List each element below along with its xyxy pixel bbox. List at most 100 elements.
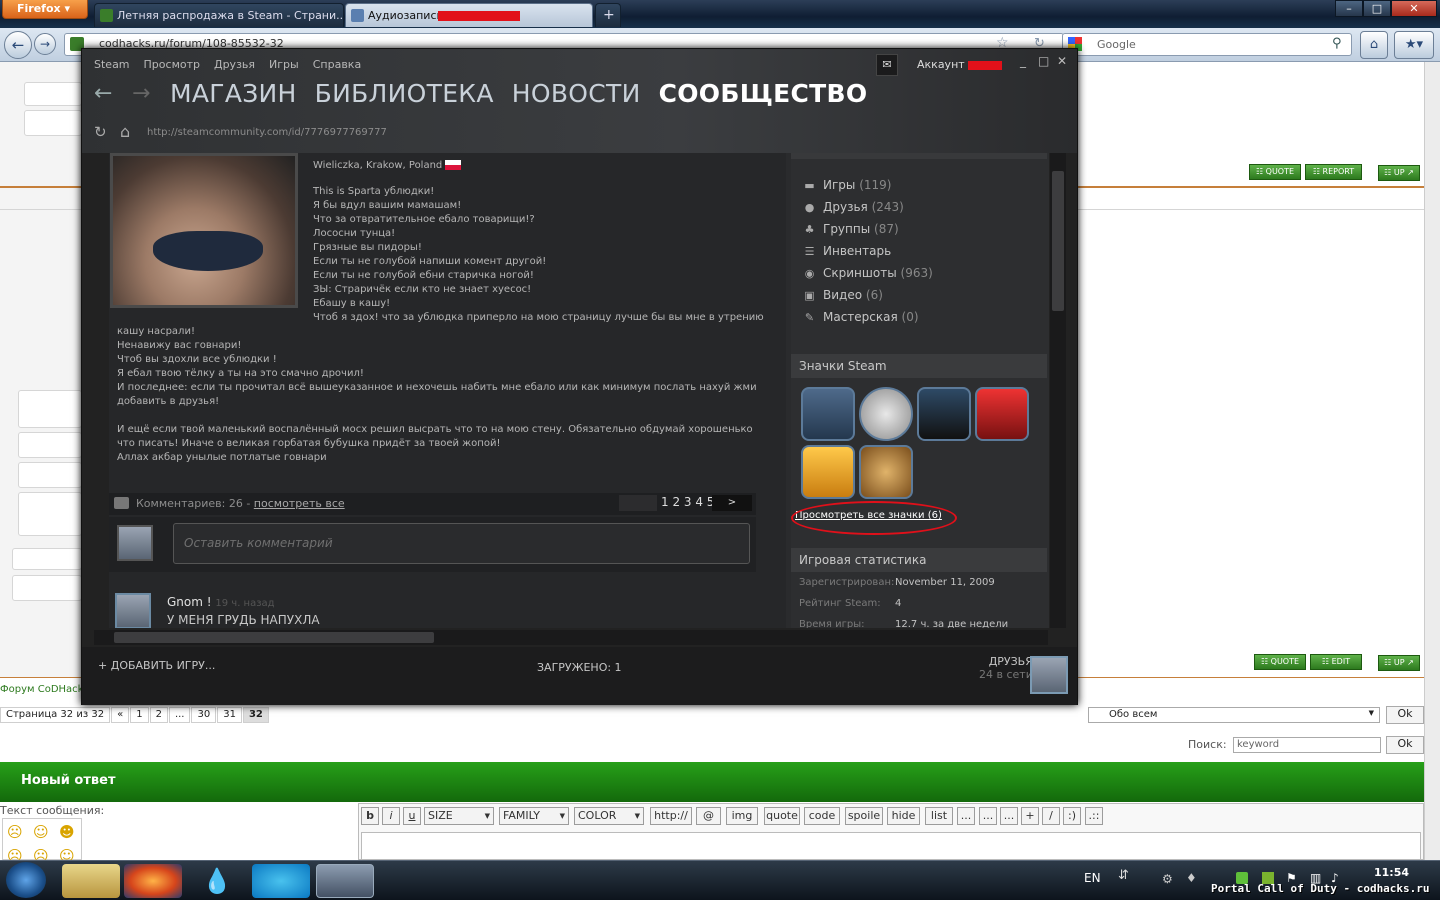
account-menu[interactable]: Аккаунт bbox=[917, 58, 1003, 71]
extra-tag-button[interactable]: ... bbox=[1000, 807, 1018, 825]
steam-forward-icon[interactable]: → bbox=[132, 81, 150, 106]
skype-icon[interactable] bbox=[252, 864, 310, 898]
comment-author[interactable]: Gnom ! 19 ч. назад bbox=[167, 595, 275, 609]
slash-tag-button[interactable]: / bbox=[1042, 807, 1060, 825]
view-all-comments-link[interactable]: посмотреть все bbox=[254, 497, 345, 510]
quote-button[interactable]: ☷ QUOTE bbox=[1254, 654, 1306, 670]
up-button[interactable]: ☷ UP ↗ bbox=[1378, 655, 1420, 671]
steam-badge-icon[interactable] bbox=[917, 387, 971, 441]
droplet-icon[interactable]: 💧 bbox=[188, 864, 246, 898]
home-icon[interactable]: ⌂ bbox=[1360, 31, 1388, 59]
sidebar-item-friends[interactable]: ● Друзья (243) bbox=[805, 200, 904, 214]
minimize-button[interactable]: – bbox=[1335, 0, 1363, 17]
steam-hscrollbar[interactable] bbox=[94, 630, 1048, 645]
search-ok-button[interactable]: Ok bbox=[1386, 736, 1424, 754]
badge-icon[interactable] bbox=[801, 387, 855, 441]
tab-audio[interactable]: Аудиозаписи 266 ауди... bbox=[345, 3, 593, 27]
menu-view[interactable]: Просмотр bbox=[144, 58, 200, 71]
sidebar-item-games[interactable]: ▬ Игры (119) bbox=[804, 178, 891, 192]
comment-pages[interactable]: 1 2 3 4 5 bbox=[661, 495, 714, 509]
notifications-icon[interactable]: ✉ bbox=[876, 54, 898, 76]
nav-store[interactable]: МАГАЗИН bbox=[170, 79, 297, 108]
smiley-icon[interactable]: ☺ bbox=[33, 823, 49, 841]
badge-icon[interactable] bbox=[859, 387, 913, 441]
edit-profile-link[interactable] bbox=[791, 153, 1047, 159]
clock[interactable]: 11:54 bbox=[1374, 866, 1409, 879]
bold-button[interactable]: b bbox=[361, 807, 379, 825]
page-link[interactable]: « bbox=[111, 707, 130, 723]
explorer-icon[interactable] bbox=[62, 864, 120, 898]
comment-input[interactable]: Оставить комментарий bbox=[173, 523, 750, 564]
spoiler-tag-button[interactable]: spoile bbox=[845, 807, 883, 825]
menu-steam[interactable]: Steam bbox=[94, 58, 130, 71]
report-button[interactable]: ☷ REPORT bbox=[1305, 164, 1362, 180]
sidebar-item-screenshots[interactable]: ◉ Скриншоты (963) bbox=[805, 266, 933, 280]
friends-avatar[interactable] bbox=[1030, 656, 1068, 694]
language-indicator[interactable]: EN bbox=[1084, 871, 1101, 885]
steam-tray-icon[interactable]: ⚙ bbox=[1162, 872, 1173, 886]
steam-home-icon[interactable]: ⌂ bbox=[120, 122, 130, 141]
badge-icon[interactable] bbox=[975, 387, 1029, 441]
sidebar-item-workshop[interactable]: ✎ Мастерская (0) bbox=[805, 310, 919, 324]
nav-community[interactable]: СООБЩЕСТВО bbox=[659, 79, 868, 108]
smile-tag-button[interactable]: :) bbox=[1063, 807, 1081, 825]
quote-button[interactable]: ☷ QUOTE bbox=[1249, 164, 1301, 180]
menu-help[interactable]: Справка bbox=[313, 58, 361, 71]
list-tag-button[interactable]: list bbox=[925, 807, 953, 825]
scope-ok-button[interactable]: Ok bbox=[1386, 706, 1424, 724]
plus-tag-button[interactable]: + bbox=[1021, 807, 1039, 825]
next-page-button[interactable]: > bbox=[712, 495, 752, 511]
firefox-icon[interactable] bbox=[124, 864, 182, 898]
page-link[interactable]: 2 bbox=[149, 707, 168, 723]
email-tag-button[interactable]: @ bbox=[696, 807, 721, 825]
quote-tag-button[interactable]: quote bbox=[764, 807, 800, 825]
add-game-button[interactable]: + ДОБАВИТЬ ИГРУ... bbox=[98, 659, 215, 672]
italic-button[interactable]: i bbox=[382, 807, 400, 825]
steam-back-icon[interactable]: ← bbox=[94, 81, 112, 106]
steam-address[interactable]: http://steamcommunity.com/id/77769777697… bbox=[147, 127, 387, 138]
bookmarks-menu-icon[interactable]: ★▾ bbox=[1394, 31, 1434, 59]
steam-close-button[interactable]: ✕ bbox=[1057, 54, 1067, 68]
edit-button[interactable]: ☷ EDIT bbox=[1310, 654, 1362, 670]
friends-button[interactable]: ДРУЗЬЯ 24 в сети bbox=[979, 655, 1033, 681]
url-tag-button[interactable]: http:// bbox=[650, 807, 692, 825]
page-link[interactable]: ... bbox=[168, 707, 191, 723]
underline-button[interactable]: u bbox=[403, 807, 421, 825]
page-link[interactable]: 31 bbox=[217, 707, 242, 723]
droplet-tray-icon[interactable]: ♦ bbox=[1186, 871, 1197, 885]
close-window-button[interactable]: ✕ bbox=[1391, 0, 1437, 17]
nav-library[interactable]: БИБЛИОТЕКА bbox=[315, 79, 494, 108]
forum-search-input[interactable]: keyword bbox=[1233, 737, 1381, 753]
family-select[interactable]: FAMILY ▼ bbox=[499, 807, 569, 825]
extra-tag-button[interactable]: .:: bbox=[1085, 807, 1103, 825]
page-link[interactable]: 1 bbox=[130, 707, 149, 723]
tab-steam-sale[interactable]: Летняя распродажа в Steam - Страни... bbox=[94, 3, 344, 27]
page-scrollbar[interactable] bbox=[1424, 62, 1440, 860]
message-textarea[interactable] bbox=[361, 832, 1421, 860]
back-icon[interactable]: ← bbox=[4, 31, 32, 59]
search-magnifier-icon[interactable]: ⚲ bbox=[1332, 36, 1342, 51]
new-tab-button[interactable]: + bbox=[595, 3, 621, 27]
hide-tag-button[interactable]: hide bbox=[887, 807, 920, 825]
steam-maximize-button[interactable]: □ bbox=[1038, 54, 1049, 68]
page-link[interactable]: 30 bbox=[191, 707, 217, 723]
start-button[interactable] bbox=[6, 862, 46, 898]
menu-friends[interactable]: Друзья bbox=[214, 58, 255, 71]
steam-taskbar-icon[interactable] bbox=[316, 864, 374, 898]
steam-vscrollbar[interactable] bbox=[1050, 153, 1066, 628]
size-select[interactable]: SIZE ▼ bbox=[424, 807, 494, 825]
code-tag-button[interactable]: code bbox=[804, 807, 840, 825]
color-select[interactable]: COLOR ▼ bbox=[574, 807, 644, 825]
steam-minimize-button[interactable]: _ bbox=[1020, 54, 1026, 68]
forward-icon[interactable]: → bbox=[34, 33, 56, 55]
extra-tag-button[interactable]: ... bbox=[957, 807, 975, 825]
potato-badge-icon[interactable] bbox=[859, 445, 913, 499]
steam-reload-icon[interactable]: ↻ bbox=[94, 123, 107, 141]
downloads-status[interactable]: ЗАГРУЖЕНО: 1 bbox=[537, 661, 622, 674]
tray-arrow-icon[interactable]: ⇵ bbox=[1118, 868, 1129, 883]
smiley-icon[interactable]: ☹ bbox=[7, 823, 23, 841]
firefox-menu-button[interactable]: Firefox ▾ bbox=[2, 0, 88, 19]
up-button[interactable]: ☷ UP ↗ bbox=[1378, 165, 1420, 181]
sidebar-item-inventory[interactable]: ☰ Инвентарь bbox=[805, 244, 892, 258]
maximize-button[interactable]: □ bbox=[1363, 0, 1391, 17]
